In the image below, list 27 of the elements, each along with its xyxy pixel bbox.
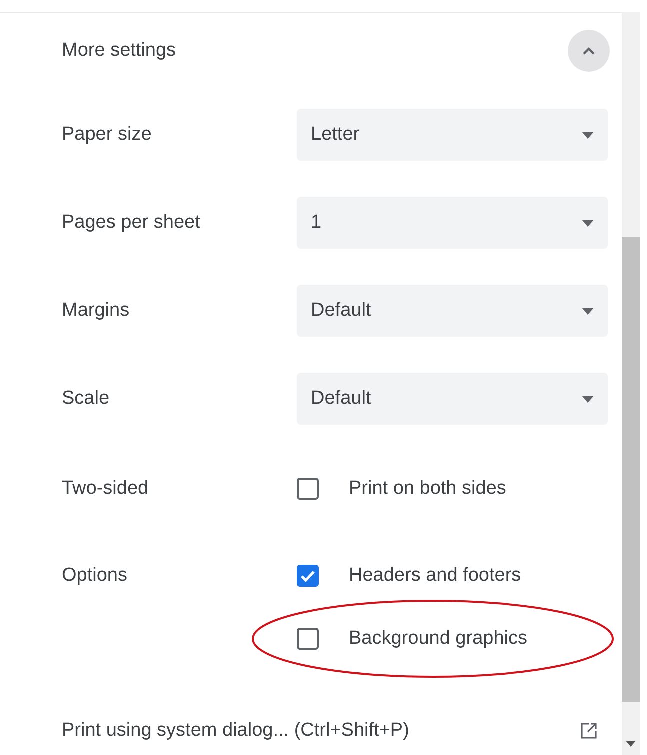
chevron-icon [582, 46, 596, 56]
checkbox-label: Headers and footers [349, 565, 522, 587]
dropdown[interactable]: 1 [297, 197, 608, 249]
dropdown-arrow-icon [582, 220, 594, 226]
setting-label: Scale [62, 388, 111, 410]
dropdown-arrow-icon [582, 396, 594, 402]
scrollbar-thumb[interactable] [622, 237, 640, 702]
checkbox-label: Print on both sides [349, 478, 506, 500]
dropdown-arrow-icon [582, 132, 594, 138]
dropdown-arrow-icon [582, 308, 594, 314]
setting-label: Options [62, 564, 128, 588]
dropdown[interactable]: Default [297, 285, 608, 337]
dropdown[interactable]: Default [297, 373, 608, 425]
dropdown[interactable]: Letter [297, 109, 608, 161]
setting-label: Margins [62, 300, 131, 322]
setting-label: Paper size [62, 124, 153, 146]
setting-label: Two-sided [62, 477, 150, 501]
checkbox[interactable] [297, 565, 319, 587]
external-link-icon [580, 722, 598, 740]
checkbox[interactable] [297, 628, 319, 650]
section-title: More settings [62, 40, 176, 62]
scroll-down-arrow-icon[interactable] [626, 741, 636, 747]
setting-label: Pages per sheet [62, 212, 202, 234]
checkbox[interactable] [297, 478, 319, 500]
checkmark-icon [300, 570, 316, 582]
system-dialog-link[interactable]: Print using system dialog... (Ctrl+Shift+P) [62, 720, 410, 742]
checkbox-label: Background graphics [349, 628, 528, 650]
